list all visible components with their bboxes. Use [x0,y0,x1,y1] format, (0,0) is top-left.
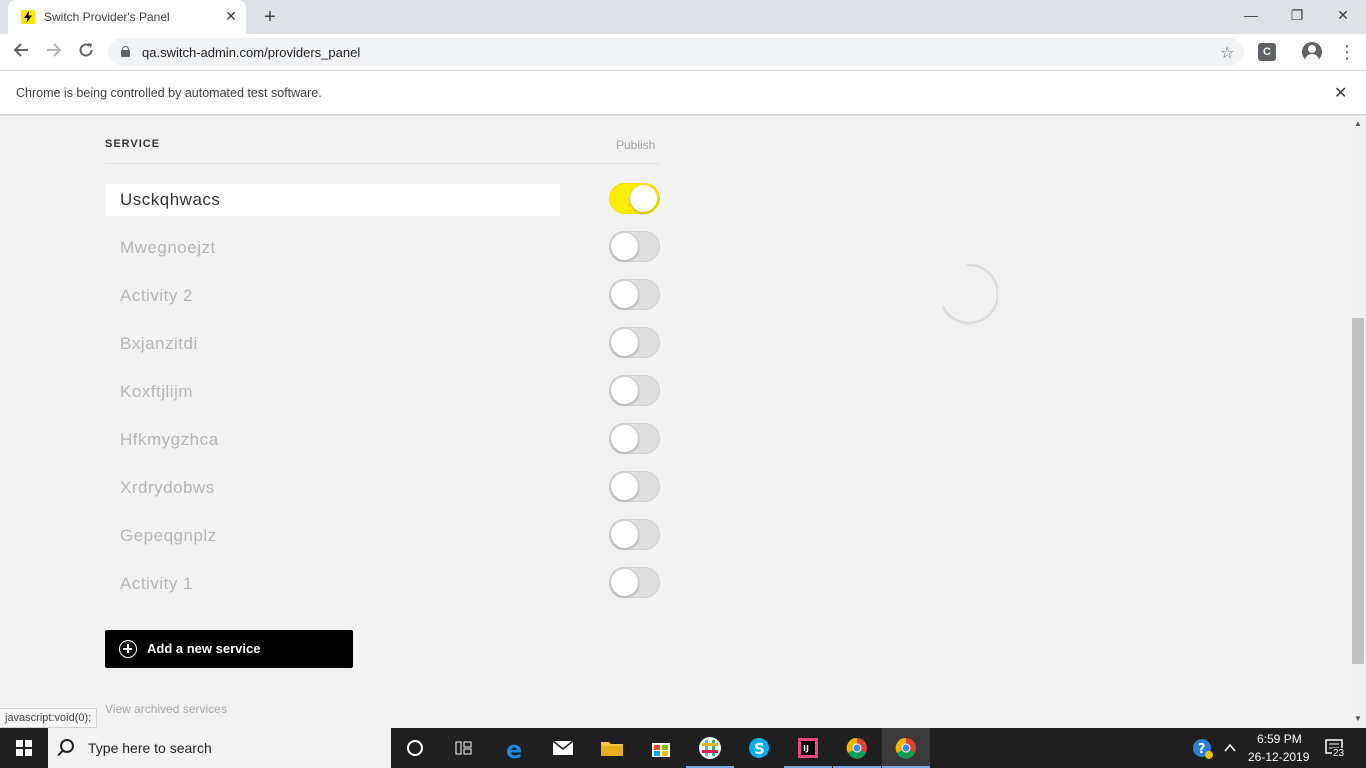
address-bar[interactable]: qa.switch-admin.com/providers_panel ☆ [108,38,1244,66]
reload-icon[interactable] [74,40,98,64]
file-explorer-icon[interactable] [588,728,636,768]
service-name: Activity 2 [120,286,194,305]
taskbar-search-placeholder: Type here to search [88,740,212,756]
infobar-close-icon[interactable]: ✕ [1334,83,1347,103]
scroll-up-icon[interactable]: ▲ [1354,119,1362,128]
service-row[interactable]: Mwegnoejzt [105,232,560,264]
service-name: Hfkmygzhca [120,430,219,449]
service-row[interactable]: Gepeqgnplz [105,520,560,552]
scroll-thumb[interactable] [1352,318,1364,664]
service-row[interactable]: Usckqhwacs [105,184,560,216]
service-row[interactable]: Xrdrydobws [105,472,560,504]
slack-icon[interactable] [686,728,734,768]
publish-toggle[interactable] [609,519,660,550]
publish-toggle[interactable] [609,183,660,214]
service-name: Activity 1 [120,574,194,593]
menu-kebab-icon[interactable]: ⋮ [1338,40,1356,64]
publish-toggle[interactable] [609,375,660,406]
clock-time[interactable]: 6:59 PM [1257,732,1302,746]
svg-text:?: ? [1198,742,1206,757]
page-scrollbar[interactable]: ▲ ▼ [1350,116,1366,728]
service-name: Koxftjlijm [120,382,194,401]
skype-icon[interactable]: S [735,728,783,768]
taskbar-search-box[interactable]: Type here to search [48,728,391,768]
service-row[interactable]: Activity 1 [105,568,560,600]
add-service-label: Add a new service [147,641,261,656]
forward-arrow-icon[interactable] [42,40,66,64]
mail-icon[interactable] [539,728,587,768]
view-archived-link[interactable]: View archived services [105,702,227,716]
service-row[interactable]: Koxftjlijm [105,376,560,408]
lightning-bolt-icon [21,10,35,24]
browser-tabstrip: Switch Provider's Panel ✕ + — ❐ ✕ [0,0,1366,34]
intellij-icon[interactable]: IJ [784,728,832,768]
back-arrow-icon[interactable] [9,40,33,64]
edge-browser-icon[interactable]: e [491,728,539,768]
clock-date[interactable]: 26-12-2019 [1248,750,1309,764]
task-view-icon[interactable] [439,728,487,768]
scroll-down-icon[interactable]: ▼ [1354,714,1362,723]
service-name: Bxjanzitdi [120,334,198,353]
lock-icon [121,46,130,57]
notification-icon[interactable]: 23 [1318,728,1354,768]
automation-infobar: Chrome is being controlled by automated … [0,70,1366,115]
publish-toggle[interactable] [609,567,660,598]
svg-text:S: S [754,740,765,758]
service-name: Gepeqgnplz [120,526,217,545]
service-name: Usckqhwacs [120,190,221,209]
service-name: Mwegnoejzt [120,238,216,257]
publish-toggle[interactable] [609,327,660,358]
browser-toolbar: qa.switch-admin.com/providers_panel ☆ C … [0,34,1366,70]
publish-toggle[interactable] [609,471,660,502]
browser-tab[interactable]: Switch Provider's Panel ✕ [8,0,246,34]
publish-toggle[interactable] [609,231,660,262]
help-icon[interactable]: ? [1184,728,1220,768]
publish-column-header: Publish [616,138,656,152]
add-service-button[interactable]: Add a new service [105,630,353,668]
chrome-active-icon[interactable] [882,728,930,768]
minimize-button[interactable]: — [1228,0,1274,30]
service-row[interactable]: Bxjanzitdi [105,328,560,360]
new-tab-button[interactable]: + [259,6,281,28]
chrome-icon[interactable] [833,728,881,768]
windows-taskbar: Type here to search e S IJ ? 6:59 PM 26-… [0,728,1366,768]
store-icon[interactable] [637,728,685,768]
service-name: Xrdrydobws [120,478,215,497]
header-divider [105,163,660,164]
cortana-icon[interactable] [391,728,439,768]
search-icon [60,739,74,753]
extension-icon[interactable]: C [1258,43,1276,61]
windows-start-icon[interactable] [0,728,48,768]
svg-text:e: e [506,736,522,764]
tab-title: Switch Provider's Panel [44,10,170,24]
restore-button[interactable]: ❐ [1274,0,1320,30]
bookmark-star-icon[interactable]: ☆ [1220,43,1234,63]
service-row[interactable]: Hfkmygzhca [105,424,560,456]
page-content: SERVICE Publish Usckqhwacs Mwegnoejzt Ac… [0,116,1350,728]
publish-toggle[interactable] [609,423,660,454]
status-bar-url: javascript:void(0); [0,708,98,728]
service-column-header: SERVICE [105,138,161,150]
service-row[interactable]: Activity 2 [105,280,560,312]
svg-text:IJ: IJ [803,744,809,753]
close-window-button[interactable]: ✕ [1320,0,1366,30]
notification-count: 23 [1332,748,1346,759]
infobar-message: Chrome is being controlled by automated … [16,86,322,100]
url-text[interactable]: qa.switch-admin.com/providers_panel [142,45,360,60]
plus-circle-icon [119,640,137,658]
loading-spinner-icon [941,263,998,325]
publish-toggle[interactable] [609,279,660,310]
chevron-up-icon[interactable] [1220,728,1240,768]
profile-avatar-icon[interactable] [1302,42,1322,62]
close-tab-icon[interactable]: ✕ [223,8,239,24]
